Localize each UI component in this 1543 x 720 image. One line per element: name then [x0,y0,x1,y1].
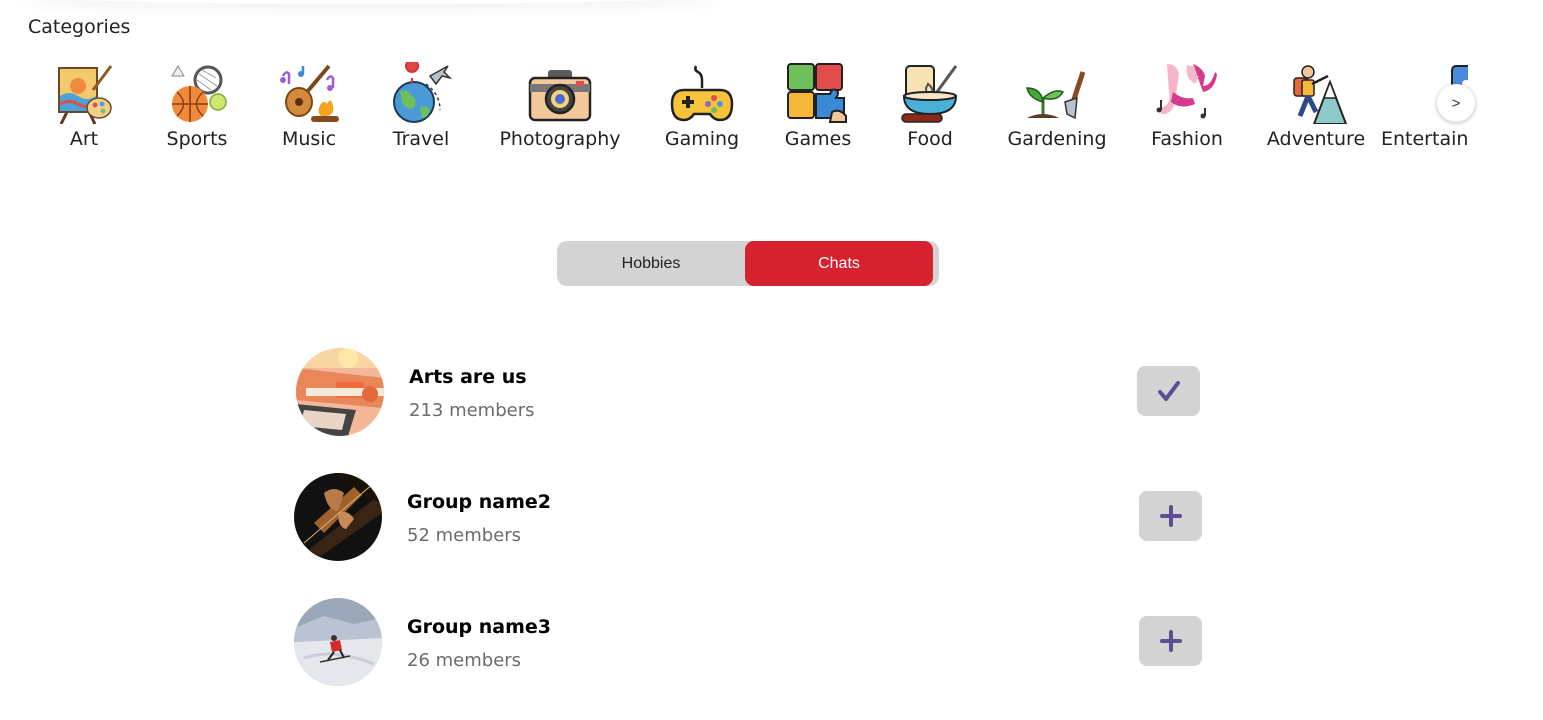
category-label: Entertainment [1381,128,1468,150]
category-label: Games [784,128,852,150]
chat-list-item[interactable]: Group name3 26 members [294,598,1204,688]
category-games[interactable]: Games [753,60,883,150]
chat-name: Group name2 [407,491,552,513]
category-scroll-next-button[interactable]: > [1437,84,1475,122]
category-label: Music [281,128,337,150]
plus-icon [1159,630,1182,652]
tab-chats[interactable]: Chats [745,241,933,286]
check-icon [1157,381,1180,401]
category-label: Sports [166,128,228,150]
gamepad-icon [670,65,734,122]
climber-icon [1293,65,1348,124]
category-label: Gardening [1007,128,1107,150]
category-food[interactable]: Food [865,60,995,150]
globe-plane-icon [393,62,452,123]
join-button[interactable] [1139,491,1202,541]
view-toggle: Hobbies Chats [557,241,939,286]
puzzle-icon [787,63,847,123]
joined-button[interactable] [1137,366,1200,416]
categories-title: Categories [28,16,131,38]
join-button[interactable] [1139,616,1202,666]
chat-name: Arts are us [409,366,527,388]
category-music[interactable]: Music [244,60,374,150]
category-art[interactable]: Art [28,60,149,150]
plus-icon [1159,505,1182,527]
category-gaming[interactable]: Gaming [637,60,767,150]
chat-member-count: 52 members [407,525,522,546]
avatar [296,348,384,436]
category-adventure[interactable]: Adventure [1251,60,1381,150]
top-shadow [20,0,720,4]
category-strip: Art Sports Music Travel Photography Gami… [28,60,1468,160]
category-label: Food [907,128,953,150]
category-label: Art [69,128,99,150]
category-label: Travel [392,128,450,150]
tab-hobbies[interactable]: Hobbies [557,241,745,286]
chat-member-count: 26 members [407,650,522,671]
chat-member-count: 213 members [409,400,535,421]
trowel-sprout-icon [1026,71,1086,120]
mixing-bowl-icon [901,65,958,123]
category-label: Fashion [1151,128,1223,150]
camera-icon [528,70,592,122]
avatar [294,598,382,686]
guitar-notes-icon [280,64,339,122]
category-sports[interactable]: Sports [132,60,262,150]
chat-list-item[interactable]: Arts are us 213 members [296,348,1206,438]
category-travel[interactable]: Travel [356,60,486,150]
avatar [294,473,382,561]
sports-balls-icon [171,65,227,122]
chat-list-item[interactable]: Group name2 52 members [294,473,1204,563]
category-label: Gaming [664,128,740,150]
category-photography[interactable]: Photography [495,60,625,150]
easel-palette-icon [58,65,113,124]
category-gardening[interactable]: Gardening [992,60,1122,150]
high-heels-icon [1156,64,1217,119]
category-label: Adventure [1266,128,1366,150]
category-label: Photography [499,128,621,150]
category-fashion[interactable]: Fashion [1122,60,1252,150]
chat-name: Group name3 [407,616,552,638]
